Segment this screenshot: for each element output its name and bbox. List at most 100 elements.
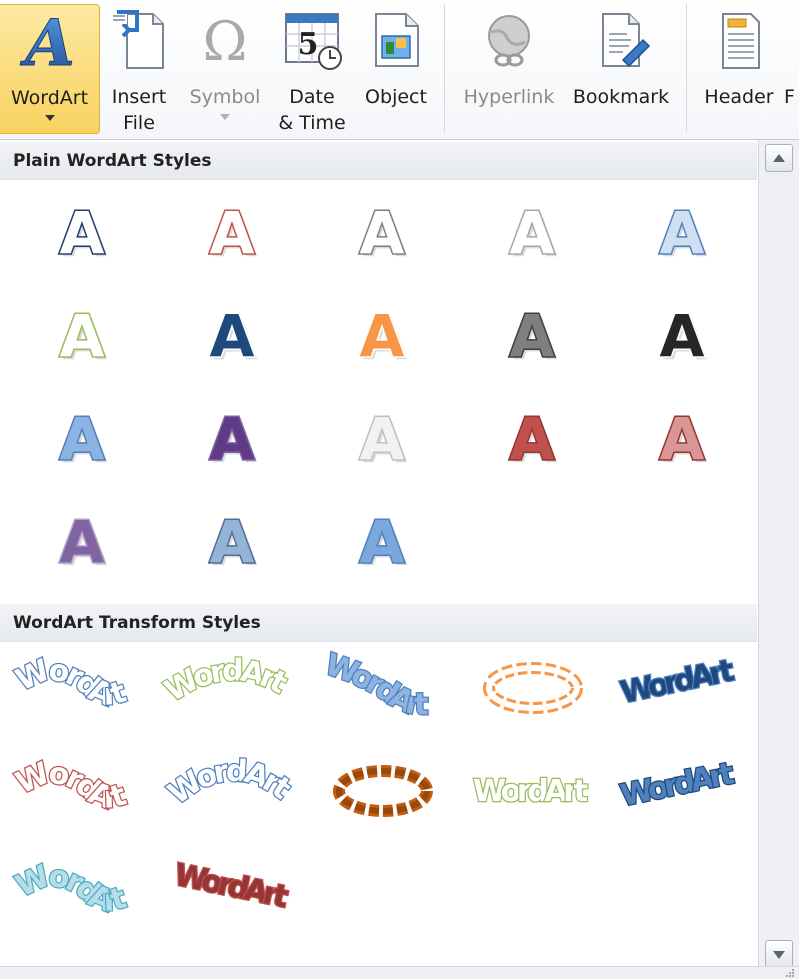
svg-text:A: A [60, 508, 105, 576]
insert-file-button[interactable]: Insert File [104, 4, 174, 134]
scroll-down-button[interactable] [765, 940, 793, 968]
wordart-sample-text: WordArt [616, 652, 738, 712]
hyperlink-button[interactable]: Hyperlink [456, 4, 562, 134]
wordart-sample-letter: AA [58, 507, 108, 580]
svg-text:A: A [60, 199, 105, 267]
wordart-icon: A [19, 9, 75, 73]
wordart-style-option[interactable]: AA [608, 291, 758, 383]
symbol-button[interactable]: Ω Symbol [180, 4, 270, 134]
resize-grip[interactable] [0, 966, 799, 979]
wordart-dropdown-arrow[interactable] [44, 115, 55, 121]
svg-text:WordArt: WordArt [617, 756, 737, 814]
svg-text:A: A [60, 405, 105, 473]
svg-text:WordArt: WordArt [162, 754, 297, 812]
header-button[interactable]: Header [694, 4, 784, 134]
plain-styles-header: Plain WordArt Styles [0, 142, 757, 180]
object-button[interactable]: Object [356, 4, 436, 134]
wordart-style-option[interactable]: AA [308, 291, 458, 383]
wordart-sample-letter: AA [358, 507, 408, 580]
wordart-sample-text: WordArt [161, 752, 299, 813]
date-time-button[interactable]: 5 Date & Time [274, 4, 350, 134]
svg-text:WordArt: WordArt [159, 653, 293, 709]
wordart-style-option[interactable]: AA [8, 497, 158, 589]
svg-text:A: A [360, 199, 405, 267]
ribbon-separator [686, 4, 687, 132]
wordart-style-option[interactable]: AA [158, 497, 308, 589]
svg-text:A: A [210, 508, 255, 576]
wordart-transform-option[interactable] [308, 745, 458, 837]
omega-symbol-icon: Ω [203, 10, 248, 72]
wordart-transform-option[interactable]: WordArt [608, 642, 758, 734]
wordart-sample-text: WordArt [9, 857, 132, 921]
wordart-sample-letter: AA [358, 198, 408, 271]
hyperlink-label: Hyperlink [463, 86, 555, 108]
wordart-style-option[interactable]: AA [8, 188, 158, 280]
svg-text:WordArt: WordArt [617, 653, 737, 711]
wordart-transform-option[interactable]: WordArt [158, 642, 308, 734]
wordart-button[interactable]: A WordArt [0, 4, 100, 134]
wordart-sample-text: WordArt [158, 652, 294, 710]
bookmark-icon [602, 13, 651, 68]
svg-text:5: 5 [298, 27, 319, 62]
header-label: Header [704, 86, 774, 108]
wordart-transform-option[interactable]: WordArt [8, 745, 158, 837]
wordart-sample-letter: AA [358, 404, 408, 477]
footer-label: F [784, 86, 795, 108]
svg-text:WordArt: WordArt [11, 756, 131, 817]
wordart-sample-letter: AA [508, 404, 558, 477]
wordart-style-option[interactable]: AA [8, 291, 158, 383]
wordart-transform-option[interactable] [458, 642, 608, 734]
ribbon-insert-group: A WordArt Insert File Ω Symbol 5 Date & … [0, 0, 799, 139]
insert-file-icon [113, 10, 164, 69]
wordart-style-option[interactable]: AA [158, 291, 308, 383]
wordart-style-option[interactable]: AA [158, 188, 308, 280]
symbol-dropdown-arrow[interactable] [220, 114, 230, 120]
bookmark-label: Bookmark [572, 86, 670, 108]
wordart-sample-letter: AA [58, 404, 108, 477]
wordart-style-option[interactable]: AA [608, 394, 758, 486]
wordart-sample-letter: AA [658, 198, 708, 271]
wordart-style-option[interactable]: AA [458, 188, 608, 280]
wordart-style-option[interactable]: AA [458, 394, 608, 486]
wordart-style-option[interactable]: AA [308, 497, 458, 589]
object-icon [375, 13, 419, 67]
resize-grip-icon [786, 969, 794, 977]
wordart-style-option[interactable]: AA [158, 394, 308, 486]
svg-text:A: A [210, 405, 255, 473]
wordart-transform-option[interactable]: WordArt [158, 745, 308, 837]
wordart-style-option[interactable]: AA [608, 188, 758, 280]
header-icon [722, 13, 760, 69]
svg-text:WordArt: WordArt [473, 774, 588, 809]
ribbon-separator [444, 4, 445, 132]
bookmark-button[interactable]: Bookmark [566, 4, 676, 134]
footer-button[interactable]: F [784, 4, 799, 134]
svg-text:A: A [510, 302, 555, 370]
wordart-transform-option[interactable]: WordArt [8, 848, 158, 940]
wordart-sample-letter: AA [508, 301, 558, 374]
wordart-transform-option[interactable]: WordArt [8, 642, 158, 734]
date-time-label: Date & Time [278, 86, 346, 134]
wordart-transform-option[interactable]: WordArt [458, 745, 608, 837]
svg-text:A: A [60, 302, 105, 370]
wordart-style-option[interactable]: AA [8, 394, 158, 486]
wordart-label: WordArt [10, 87, 89, 109]
wordart-style-option[interactable]: AA [308, 394, 458, 486]
scroll-up-button[interactable] [765, 144, 793, 172]
calendar-clock-icon: 5 [285, 13, 342, 70]
gallery-scrollbar[interactable] [758, 140, 799, 972]
svg-text:A: A [210, 302, 255, 370]
svg-text:A: A [210, 199, 255, 267]
wordart-transform-option[interactable]: WordArt [308, 642, 458, 734]
svg-text:A: A [660, 199, 705, 267]
wordart-sample-letter: AA [208, 404, 258, 477]
wordart-style-option[interactable]: AA [458, 291, 608, 383]
wordart-transform-option[interactable]: WordArt [158, 848, 308, 940]
wordart-sample-letter: AA [58, 301, 108, 374]
wordart-transform-option[interactable]: WordArt [608, 745, 758, 837]
svg-text:A: A [360, 302, 405, 370]
svg-text:A: A [510, 405, 555, 473]
wordart-style-option[interactable]: AA [308, 188, 458, 280]
wordart-sample-letter: AA [358, 301, 408, 374]
svg-text:A: A [660, 405, 705, 473]
globe-link-icon [488, 15, 530, 67]
